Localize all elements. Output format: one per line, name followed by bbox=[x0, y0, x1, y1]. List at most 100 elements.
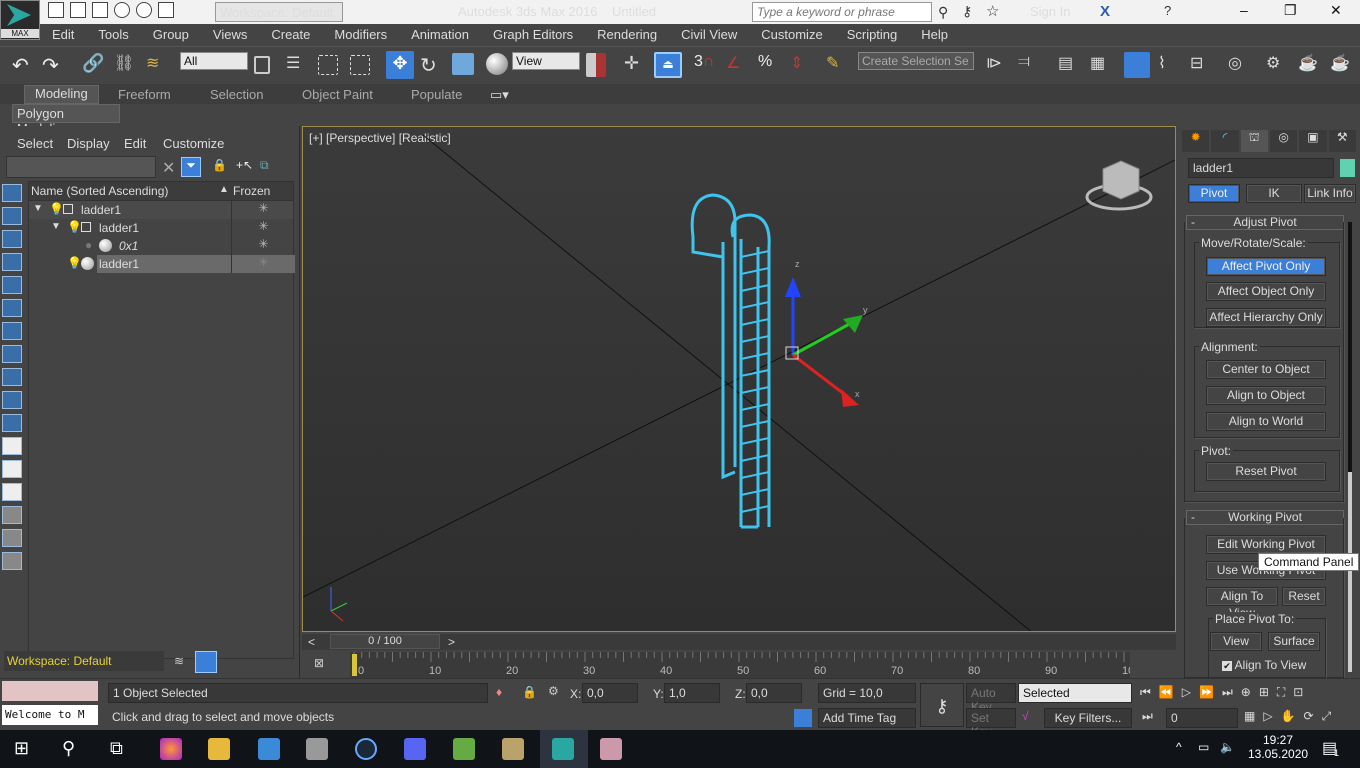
go-to-end-icon[interactable]: ⏭ bbox=[1222, 685, 1233, 700]
percent-snap-icon[interactable]: % bbox=[758, 53, 782, 77]
expand-arrow-icon[interactable]: ▼ bbox=[51, 221, 61, 232]
menu-modifiers[interactable]: Modifiers bbox=[322, 24, 399, 46]
display-none-icon[interactable] bbox=[2, 483, 22, 501]
gizmo-y-arrow-icon[interactable] bbox=[843, 315, 863, 333]
paint-icon[interactable] bbox=[600, 738, 622, 760]
helpers-filter-icon[interactable] bbox=[2, 276, 22, 294]
menu-tools[interactable]: Tools bbox=[86, 24, 140, 46]
reset-pivot-button[interactable]: Reset Pivot bbox=[1206, 462, 1326, 481]
hierarchy-tab-icon[interactable]: ⛫ bbox=[1240, 130, 1268, 152]
reset-working-pivot-button[interactable]: Reset bbox=[1282, 587, 1326, 606]
select-dependents-icon[interactable]: ⧉ bbox=[260, 158, 269, 173]
tree-row-selected[interactable]: 💡 ladder1 ✳ bbox=[29, 255, 295, 273]
explorer-menu-edit[interactable]: Edit bbox=[124, 136, 146, 151]
angle-snap-icon[interactable]: ∠ bbox=[726, 53, 750, 77]
render-frame-icon[interactable]: ☕ bbox=[1298, 53, 1322, 77]
motion-tab-icon[interactable]: ◎ bbox=[1269, 130, 1298, 152]
tab-selection[interactable]: Selection bbox=[210, 87, 263, 102]
align-to-view-checkbox[interactable]: ✔ Align To View bbox=[1222, 658, 1306, 672]
menu-views[interactable]: Views bbox=[201, 24, 259, 46]
keyboard-shortcut-override-icon[interactable]: ⏏ bbox=[654, 52, 682, 78]
explorer-menu-customize[interactable]: Customize bbox=[163, 136, 224, 151]
isolate-selection-icon[interactable]: ♦ bbox=[496, 685, 502, 699]
menu-rendering[interactable]: Rendering bbox=[585, 24, 669, 46]
hierarchy-sort-icon[interactable] bbox=[195, 651, 217, 673]
filter-icon[interactable]: ⏷ bbox=[181, 157, 201, 177]
scene-explorer-toggle-icon[interactable] bbox=[1124, 52, 1150, 78]
tab-object-paint[interactable]: Object Paint bbox=[302, 87, 373, 102]
selection-lock-icon[interactable]: 🔒 bbox=[522, 685, 537, 699]
menu-customize[interactable]: Customize bbox=[749, 24, 834, 46]
select-object-icon[interactable] bbox=[254, 56, 270, 74]
frozen-toggle-icon[interactable]: ✳ bbox=[231, 255, 295, 273]
orbit-icon[interactable]: ⟳ bbox=[1304, 709, 1314, 724]
tree-row[interactable]: ● 0x1 ✳ bbox=[29, 237, 293, 255]
select-by-name-icon[interactable]: ☰ bbox=[286, 53, 310, 77]
play-icon[interactable]: ▷ bbox=[1182, 685, 1191, 700]
discord-icon[interactable] bbox=[404, 738, 426, 760]
hidden-filter-icon[interactable] bbox=[2, 437, 22, 455]
scrollbar-thumb[interactable] bbox=[1348, 472, 1352, 672]
gizmo-x-axis[interactable] bbox=[792, 353, 849, 399]
workspace-dropdown[interactable]: Workspace: Default bbox=[215, 2, 343, 22]
link-icon[interactable]: 🔗 bbox=[82, 53, 106, 77]
project-folder-icon[interactable] bbox=[158, 2, 174, 18]
firefox-icon[interactable] bbox=[160, 738, 182, 760]
n-app-icon[interactable] bbox=[502, 738, 524, 760]
geometry-filter-icon[interactable] bbox=[2, 184, 22, 202]
file-explorer-icon[interactable] bbox=[208, 738, 230, 760]
help-icon[interactable]: ? bbox=[1164, 3, 1171, 18]
render-production-icon[interactable]: ☕ bbox=[1330, 53, 1354, 77]
manipulate-icon[interactable]: ✛ bbox=[624, 53, 648, 77]
frozen-toggle-icon[interactable]: ✳ bbox=[231, 219, 295, 237]
menu-scripting[interactable]: Scripting bbox=[835, 24, 910, 46]
clock[interactable]: 19:27 13.05.2020 bbox=[1248, 733, 1308, 761]
lock-icon[interactable]: 🔒 bbox=[212, 158, 227, 172]
select-and-move-icon[interactable]: ✥ bbox=[386, 51, 414, 79]
new-file-icon[interactable] bbox=[48, 2, 64, 18]
ribbon-options-icon[interactable]: ▭▾ bbox=[490, 87, 509, 103]
menu-civil-view[interactable]: Civil View bbox=[669, 24, 749, 46]
time-configuration-icon[interactable]: ▦ bbox=[1244, 709, 1255, 724]
rectangular-selection-icon[interactable] bbox=[318, 55, 338, 75]
favorites-star-icon[interactable]: ☆ bbox=[986, 2, 999, 20]
zoom-all-icon[interactable]: ⊞ bbox=[1259, 685, 1269, 700]
key-mode-dropdown[interactable]: Selected bbox=[1018, 683, 1132, 703]
display-all-icon[interactable] bbox=[2, 460, 22, 478]
tab-modeling[interactable]: Modeling bbox=[24, 85, 99, 104]
command-panel-scrollbar[interactable] bbox=[1348, 222, 1352, 472]
redo-icon[interactable]: ↷ bbox=[42, 53, 66, 77]
explorer-menu-display[interactable]: Display bbox=[67, 136, 110, 151]
go-to-start-icon[interactable]: ⏮ bbox=[1140, 685, 1151, 700]
redo-icon[interactable] bbox=[136, 2, 152, 18]
align-to-world-button[interactable]: Align to World bbox=[1206, 412, 1326, 431]
light-bulb-icon[interactable]: 💡 bbox=[49, 202, 64, 216]
render-setup-icon[interactable]: ⚙ bbox=[1266, 53, 1290, 77]
tree-row[interactable]: ▼ 💡 ladder1 ✳ bbox=[29, 219, 293, 237]
workspace-selector[interactable]: Workspace: Default bbox=[4, 651, 164, 671]
display-tab-icon[interactable]: ▣ bbox=[1299, 130, 1327, 152]
pivot-center-icon[interactable] bbox=[586, 53, 606, 77]
task-view-icon[interactable]: ⧉ bbox=[110, 738, 123, 759]
light-bulb-icon[interactable]: 💡 bbox=[67, 220, 82, 234]
network-icon[interactable]: ▭ bbox=[1198, 740, 1209, 754]
key-mode-toggle-icon[interactable]: ⏭ bbox=[1142, 709, 1153, 724]
default-tangents-icon[interactable]: √ bbox=[1022, 709, 1029, 723]
light-bulb-off-icon[interactable]: ● bbox=[85, 238, 92, 252]
notepad-plus-icon[interactable] bbox=[453, 738, 475, 760]
auto-key-button[interactable]: Auto Key bbox=[966, 683, 1016, 714]
field-of-view-icon[interactable]: ▷ bbox=[1263, 709, 1272, 724]
affect-object-only-button[interactable]: Affect Object Only bbox=[1206, 282, 1326, 301]
maxscript-listener-input[interactable]: Welcome to M bbox=[2, 705, 98, 725]
tab-freeform[interactable]: Freeform bbox=[118, 87, 171, 102]
prev-frame-icon[interactable]: < bbox=[308, 635, 315, 649]
layer-icon[interactable] bbox=[2, 552, 22, 570]
search-input[interactable]: Type a keyword or phrase bbox=[752, 2, 932, 22]
sign-in-button[interactable]: Sign In bbox=[1030, 4, 1070, 19]
viewport-perspective[interactable]: [+] [Perspective] [Realistic] z y x bbox=[302, 126, 1176, 632]
gizmo-y-axis[interactable] bbox=[792, 320, 854, 357]
bind-space-warp-icon[interactable]: ≋ bbox=[146, 53, 170, 77]
ladder-object[interactable] bbox=[690, 193, 771, 529]
zoom-icon[interactable]: ⊕ bbox=[1241, 685, 1251, 700]
place-surface-button[interactable]: Surface bbox=[1268, 632, 1320, 651]
